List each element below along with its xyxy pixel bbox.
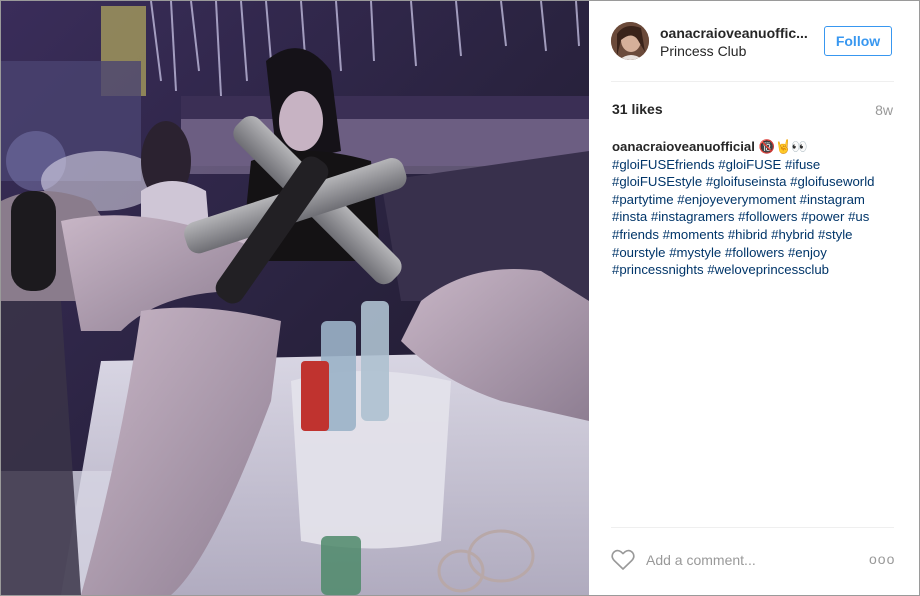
photo-scene — [1, 1, 589, 595]
more-options-icon[interactable]: ooo — [869, 551, 895, 567]
hashtag-list: #gloiFUSEfriends #gloiFUSE #ifuse #gloiF… — [612, 157, 874, 278]
hashtag-link[interactable]: #followers — [725, 245, 784, 260]
hashtag-link[interactable]: #partytime — [612, 192, 674, 207]
hashtag-link[interactable]: #enjoy — [788, 245, 827, 260]
caption-username[interactable]: oanacraioveanuofficial — [612, 139, 755, 154]
hashtag-link[interactable]: #weloveprincessclub — [707, 262, 829, 277]
hashtag-link[interactable]: #mystyle — [669, 245, 721, 260]
hashtag-link[interactable]: #hybrid — [771, 227, 814, 242]
hashtag-link[interactable]: #gloiFUSEstyle — [612, 174, 702, 189]
hashtag-link[interactable]: #gloiFUSEfriends — [612, 157, 715, 172]
hashtag-link[interactable]: #gloifuseinsta — [706, 174, 787, 189]
post-modal: oanacraioveanuoffic... Princess Club Fol… — [0, 0, 920, 596]
hashtag-link[interactable]: #us — [848, 209, 869, 224]
hashtag-link[interactable]: #followers — [738, 209, 797, 224]
hashtag-link[interactable]: #princessnights — [612, 262, 704, 277]
location-link[interactable]: Princess Club — [660, 43, 746, 59]
hashtag-link[interactable]: #hibrid — [728, 227, 768, 242]
post-age[interactable]: 8w — [875, 102, 893, 118]
hashtag-link[interactable]: #ifuse — [785, 157, 820, 172]
heart-icon[interactable] — [611, 549, 635, 571]
hashtag-link[interactable]: #gloifuseworld — [790, 174, 874, 189]
hashtag-link[interactable]: #instagramers — [651, 209, 735, 224]
hashtag-link[interactable]: #friends — [612, 227, 659, 242]
avatar-image — [611, 22, 649, 60]
avatar[interactable] — [611, 22, 649, 60]
header-divider — [611, 81, 894, 82]
post-details-panel: oanacraioveanuoffic... Princess Club Fol… — [589, 1, 919, 595]
comment-divider — [611, 527, 894, 528]
post-photo[interactable] — [1, 1, 589, 595]
hashtag-link[interactable]: #ourstyle — [612, 245, 666, 260]
hashtag-link[interactable]: #gloiFUSE — [718, 157, 781, 172]
hashtag-link[interactable]: #enjoyeverymoment — [677, 192, 796, 207]
comment-input[interactable] — [646, 549, 846, 571]
post-header: oanacraioveanuoffic... Princess Club Fol… — [589, 1, 919, 81]
follow-button[interactable]: Follow — [824, 26, 892, 56]
hashtag-link[interactable]: #power — [801, 209, 844, 224]
comment-bar: ooo — [589, 529, 919, 591]
username-link[interactable]: oanacraioveanuoffic... — [660, 25, 810, 41]
caption-emoji: 🔞🤘👀 — [758, 139, 808, 154]
likes-count[interactable]: 31 likes — [612, 101, 663, 117]
hashtag-link[interactable]: #insta — [612, 209, 647, 224]
hashtag-link[interactable]: #style — [818, 227, 852, 242]
hashtag-link[interactable]: #moments — [663, 227, 725, 242]
hashtag-link[interactable]: #instagram — [800, 192, 865, 207]
post-caption: oanacraioveanuofficial 🔞🤘👀 #gloiFUSEfrie… — [612, 138, 897, 279]
